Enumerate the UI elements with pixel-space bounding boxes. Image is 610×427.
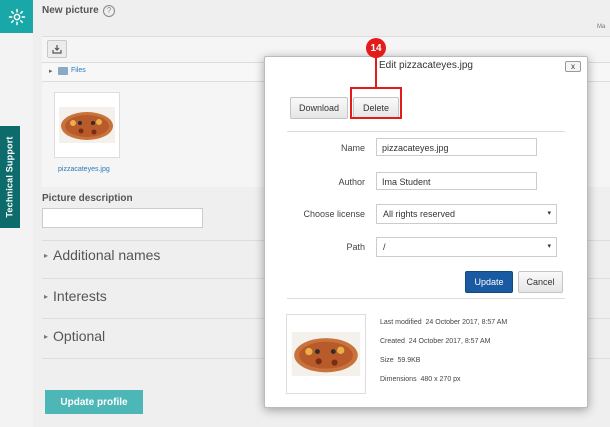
download-tray-icon (52, 45, 62, 54)
expand-arrow-icon: ▸ (49, 68, 53, 75)
upload-button[interactable] (47, 40, 67, 58)
help-icon[interactable]: ? (103, 5, 115, 17)
author-label: Author (338, 177, 365, 187)
section-interests[interactable]: ▸ Interests (44, 288, 107, 304)
update-profile-button[interactable]: Update profile (45, 390, 143, 414)
name-input[interactable]: pizzacateyes.jpg (376, 138, 537, 156)
expand-arrow-icon: ▸ (44, 292, 49, 301)
section-title: Additional names (53, 247, 161, 263)
section-optional[interactable]: ▸ Optional (44, 328, 105, 344)
meta-created: Created 24 October 2017, 8:57 AM (380, 338, 491, 345)
expand-arrow-icon: ▸ (44, 332, 49, 341)
update-button[interactable]: Update (465, 271, 513, 293)
folder-icon (58, 67, 68, 75)
meta-dimensions: Dimensions 480 x 270 px (380, 376, 461, 383)
dialog-divider (287, 131, 565, 132)
close-button[interactable]: x (565, 61, 581, 72)
license-label: Choose license (303, 209, 365, 219)
path-selected-value: / (383, 242, 386, 252)
picture-description-label: Picture description (42, 193, 133, 204)
pizza-cat-image (291, 332, 361, 376)
meta-value: 24 October 2017, 8:57 AM (425, 319, 508, 326)
expand-arrow-icon: ▸ (44, 251, 49, 260)
truncated-hint-text: Ma (597, 24, 606, 30)
license-select[interactable]: All rights reserved ▾ (376, 204, 557, 224)
gear-icon (8, 8, 25, 25)
dropdown-caret-icon: ▾ (547, 210, 551, 217)
settings-gear-tab[interactable] (0, 0, 33, 33)
thumbnail-caption: pizzacateyes.jpg (58, 166, 110, 173)
meta-value: 24 October 2017, 8:57 AM (408, 338, 491, 345)
pizza-cat-image (59, 107, 115, 143)
meta-value: 59.9KB (397, 357, 421, 364)
file-thumbnail[interactable] (54, 92, 120, 158)
annotation-connector-line (375, 54, 377, 88)
download-button[interactable]: Download (290, 97, 348, 119)
meta-label: Created (380, 338, 405, 345)
name-label: Name (340, 143, 365, 153)
meta-label: Size (380, 357, 394, 364)
annotation-step-badge: 14 (366, 38, 386, 58)
dialog-title: Edit pizzacateyes.jpg (379, 60, 473, 71)
meta-label: Last modified (380, 319, 422, 326)
author-input[interactable]: Ima Student (376, 172, 537, 190)
meta-size: Size 59.9KB (380, 357, 420, 364)
picture-description-input[interactable] (42, 208, 203, 228)
technical-support-label: Technical Support (5, 136, 15, 218)
files-folder-label: Files (71, 67, 86, 74)
section-title: Optional (53, 328, 106, 344)
cancel-button[interactable]: Cancel (518, 271, 563, 293)
section-additional-names[interactable]: ▸ Additional names (44, 247, 160, 263)
meta-last-modified: Last modified 24 October 2017, 8:57 AM (380, 319, 507, 326)
image-preview (286, 314, 366, 394)
meta-label: Dimensions (380, 376, 417, 383)
path-select[interactable]: / ▾ (376, 237, 557, 257)
dialog-divider (287, 298, 565, 299)
dropdown-caret-icon: ▾ (547, 243, 551, 250)
license-selected-value: All rights reserved (383, 209, 456, 219)
new-picture-label: New picture (42, 5, 99, 16)
path-label: Path (346, 242, 365, 252)
annotation-highlight-box (350, 87, 402, 119)
meta-value: 480 x 270 px (420, 376, 461, 383)
edit-file-dialog: Edit pizzacateyes.jpg x Download Delete … (264, 56, 588, 408)
section-title: Interests (53, 288, 107, 304)
technical-support-tab[interactable]: Technical Support (0, 126, 20, 228)
